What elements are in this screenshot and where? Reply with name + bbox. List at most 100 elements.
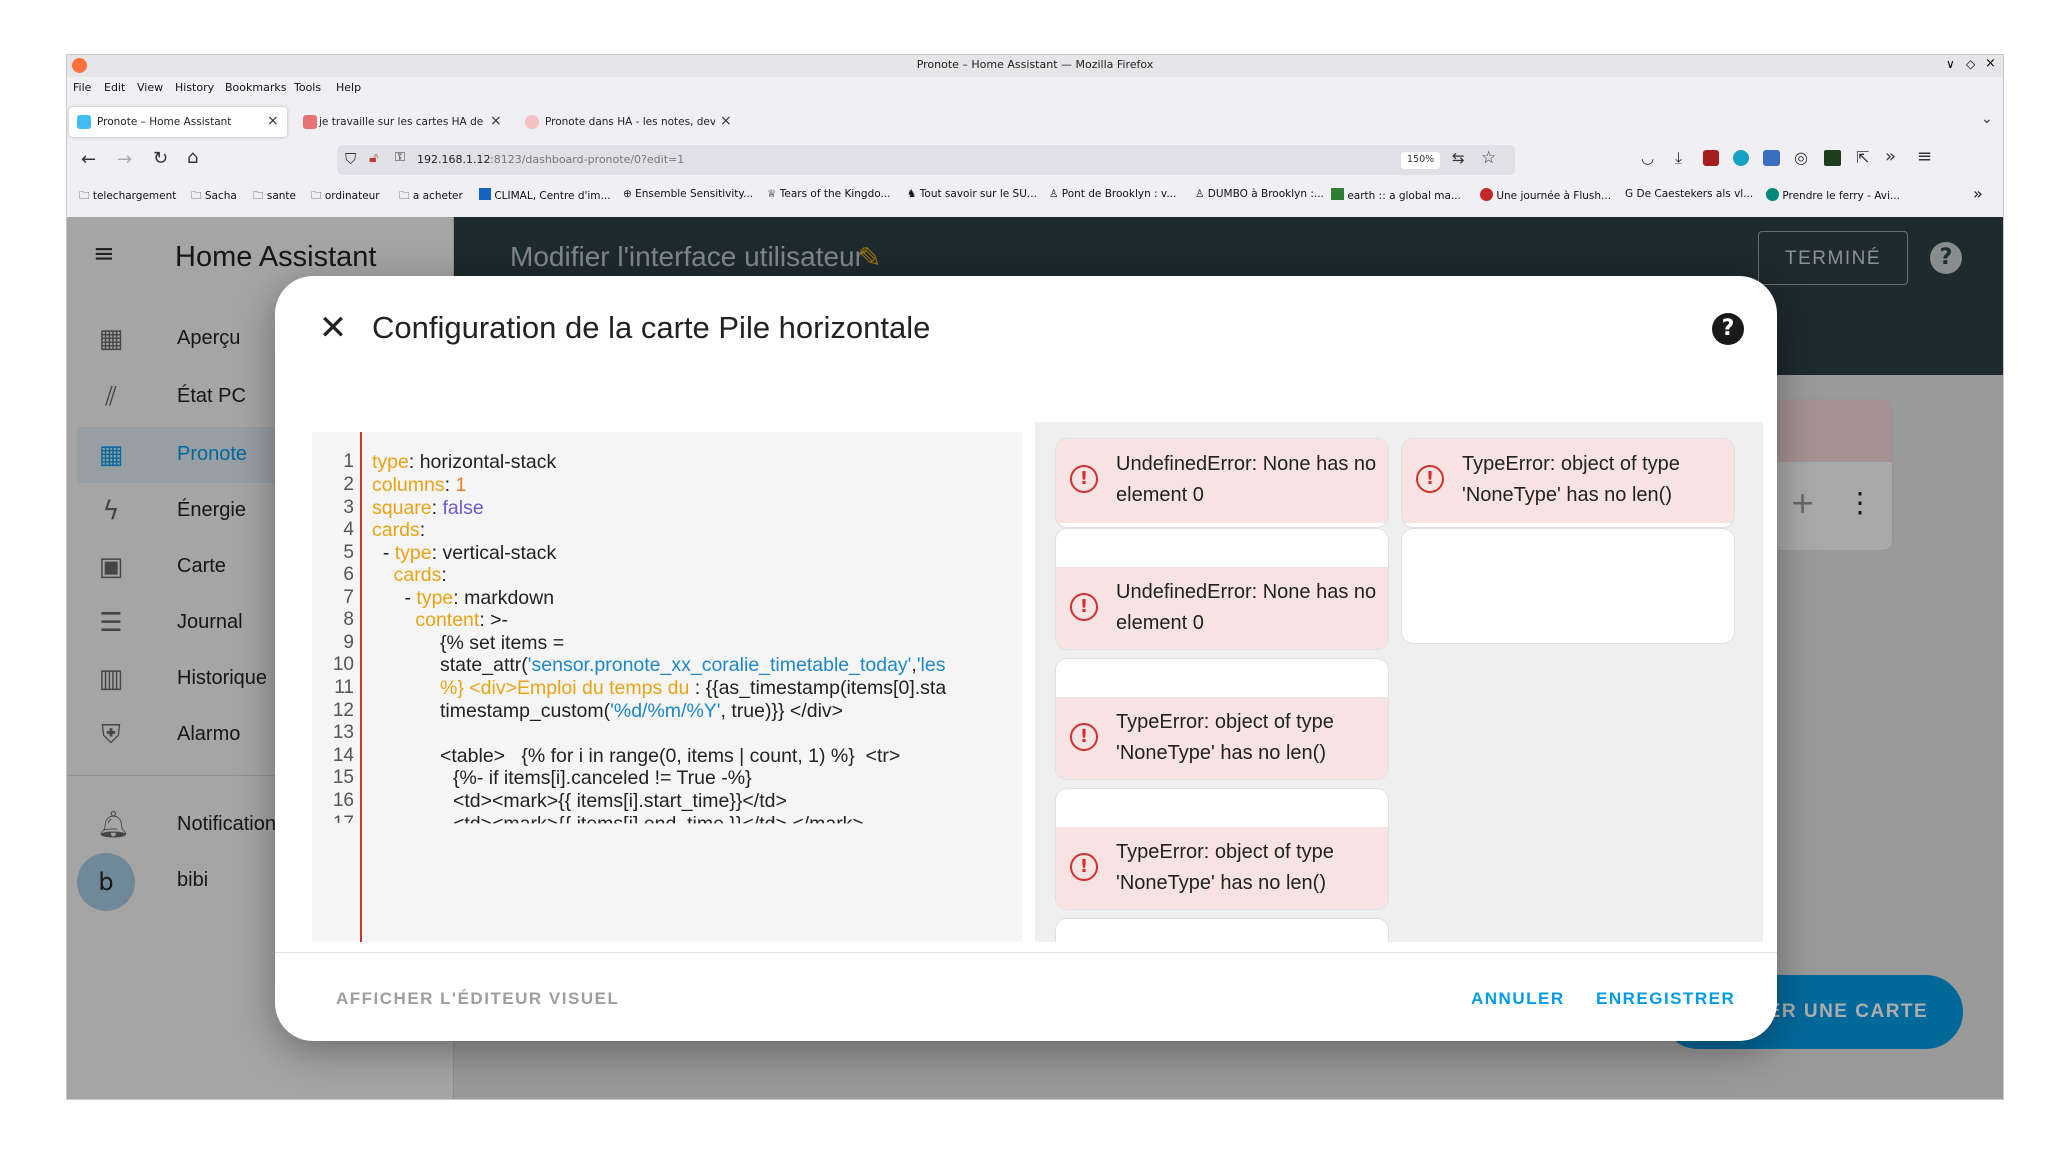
more-bookmarks-icon[interactable]: » [1973,184,1983,203]
bookmark-item[interactable]: G De Caestekers als vl... [1625,188,1753,200]
yaml-code-editor[interactable]: 1 2 3 4 5 6 7 8 9 10 11 12 13 14 15 16 1… [312,432,1022,942]
bookmark-item[interactable]: earth :: a global ma... [1331,188,1461,202]
pocket-icon[interactable]: ◡ [1641,149,1654,167]
bookmark-folder[interactable]: 🗀 ordinateur [311,188,380,206]
bookmark-folder[interactable]: 🗀 Sacha [191,188,237,206]
menu-bookmarks[interactable]: Bookmarks [225,81,286,94]
code-line: square: false [372,497,484,519]
error-banner: ! UndefinedError: None has no element 0 [1056,439,1388,523]
close-tab-icon[interactable]: × [720,113,732,129]
code-line: <td><mark>{{ items[i].start_time}}</td> [453,790,787,812]
line-number: 15 [332,767,354,788]
alert-circle-icon: ! [1070,853,1098,881]
shield-icon[interactable]: ⛉ [345,150,356,168]
line-number: 14 [332,745,354,766]
code-line: {% set items = [440,632,565,654]
line-number: 5 [343,542,354,563]
close-tab-icon[interactable]: × [490,113,502,129]
forum-icon [303,115,317,129]
show-visual-editor-button[interactable]: AFFICHER L'ÉDITEUR VISUEL [336,989,619,1009]
line-number-gutter: 1 2 3 4 5 6 7 8 9 10 11 12 13 14 15 16 1… [312,432,362,942]
sync-icon[interactable]: ◎ [1794,148,1808,167]
tab-pronote[interactable]: Pronote – Home Assistant × [69,107,287,137]
close-icon[interactable]: ✕ [313,308,353,348]
bookmark-item[interactable]: Une journée à Flush... [1480,188,1611,202]
code-line: cards: [393,564,447,586]
hamburger-menu-icon[interactable]: ≡ [1917,146,1932,167]
bookmark-item[interactable]: ⊕ Ensemble Sensitivity... [623,188,753,200]
error-card: ! TypeError: object of type 'NoneType' h… [1055,658,1389,780]
navigation-bar: ← → ↻ ⌂ ⛉ 🔓︎ ⚿ 192.168.1.12 :8123/dashbo… [67,141,2003,181]
line-number: 9 [343,632,354,653]
bookmark-item[interactable]: CLIMAL, Centre d'im... [479,188,611,202]
bookmark-item[interactable]: ♞ Tout savoir sur le SU... [907,188,1037,200]
save-button[interactable]: ENREGISTRER [1596,989,1735,1009]
reload-icon[interactable]: ↻ [153,148,168,169]
window-titlebar: Pronote – Home Assistant — Mozilla Firef… [67,55,2003,77]
line-number: 8 [343,609,354,630]
list-tabs-icon[interactable]: ⌄ [1981,111,1993,127]
bookmark-item[interactable]: ♙ Pont de Brooklyn : v... [1049,188,1176,200]
line-number: 1 [343,451,354,472]
menu-history[interactable]: History [175,81,214,94]
alert-circle-icon: ! [1070,593,1098,621]
site-icon [525,115,539,129]
code-line: cards: [372,519,426,541]
translate-extension-icon[interactable] [1763,150,1780,166]
permissions-icon[interactable]: ⚿ [395,150,405,165]
extension-icon[interactable] [1733,150,1749,166]
line-number: 13 [332,722,354,743]
bookmark-item[interactable]: ♕ Tears of the Kingdo... [767,188,890,200]
close-tab-icon[interactable]: × [267,113,279,129]
code-line: columns: 1 [372,474,467,496]
line-number: 11 [334,677,354,698]
minimize-button[interactable]: ∨ [1946,57,1955,71]
bookmark-folder[interactable]: 🗀 sante [253,188,296,206]
close-window-button[interactable]: × [1985,56,1996,71]
menu-tools[interactable]: Tools [294,81,321,94]
error-banner: ! TypeError: object of type 'NoneType' h… [1056,697,1388,779]
bookmark-item[interactable]: ♙ DUMBO à Brooklyn :... [1195,188,1324,200]
code-line: state_attr('sensor.pronote_xx_coralie_ti… [440,654,946,676]
code-line: <td><mark>{{ items[i].end_time }}</td> <… [453,813,864,835]
error-banner: ! UndefinedError: None has no element 0 [1056,567,1388,649]
tab-pronote-ha[interactable]: Pronote dans HA - les notes, devo × [517,107,737,137]
menu-file[interactable]: File [73,81,91,94]
code-line: - type: vertical-stack [372,542,557,564]
downloads-icon[interactable]: ⤓ [1675,148,1682,168]
zoom-level[interactable]: 150% [1401,152,1441,169]
forward-icon[interactable]: → [117,149,132,170]
menu-view[interactable]: View [137,81,163,94]
line-number: 16 [332,790,354,811]
code-line: %} <div>Emploi du temps du : {{as_timest… [440,677,947,699]
back-icon[interactable]: ← [81,149,96,170]
help-icon[interactable]: ? [1712,313,1744,345]
error-card: ! UndefinedError: None has no element 0 [1055,528,1389,650]
bookmark-star-icon[interactable]: ☆ [1481,148,1496,168]
menu-edit[interactable]: Edit [104,81,125,94]
bookmark-folder[interactable]: 🗀 a acheter [399,188,463,206]
home-icon[interactable]: ⌂ [187,147,198,168]
bookmark-folder[interactable]: 🗀 telechargement [79,188,176,206]
code-line: <table> {% for i in range(0, items | cou… [440,745,901,767]
cancel-button[interactable]: ANNULER [1471,989,1565,1009]
line-number: 10 [332,654,354,675]
insecure-lock-icon[interactable]: 🔓︎ [369,150,378,166]
maximize-button[interactable]: ◇ [1966,57,1975,71]
dialog-footer: AFFICHER L'ÉDITEUR VISUEL ANNULER ENREGI… [275,952,1777,1041]
share-icon[interactable]: ⇱ [1856,148,1869,167]
overflow-menu-icon[interactable]: » [1885,146,1896,167]
error-card [1055,918,1389,942]
url-bar[interactable]: ⛉ 🔓︎ ⚿ 192.168.1.12 :8123/dashboard-pron… [337,145,1515,175]
line-number: 4 [343,519,354,540]
line-number: 17 [332,813,354,834]
ublock-icon[interactable] [1703,150,1719,166]
card-config-dialog: ✕ Configuration de la carte Pile horizon… [275,276,1777,1041]
translate-icon[interactable]: ⇆ [1452,149,1465,167]
line-number: 12 [332,700,354,721]
menu-help[interactable]: Help [336,81,361,94]
window-title: Pronote – Home Assistant — Mozilla Firef… [916,58,1154,71]
bookmark-item[interactable]: Prendre le ferry - Avi... [1766,188,1900,202]
tab-forum[interactable]: je travaille sur les cartes HA de Pr × [295,107,505,137]
terminal-extension-icon[interactable] [1824,150,1841,166]
